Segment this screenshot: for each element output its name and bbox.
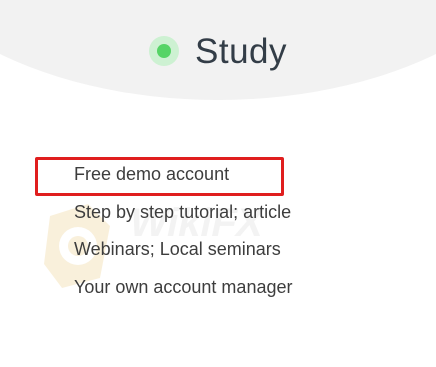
study-card: Study WikiFX Free demo account Step by s… [0,0,436,367]
feature-item-webinars: Webinars; Local seminars [74,239,281,259]
section-title: Study [195,31,287,71]
feature-item-account-manager: Your own account manager [74,276,293,297]
green-dot-icon [149,36,179,66]
feature-item-tutorial: Step by step tutorial; article [74,201,292,222]
highlight-annotation-box [35,157,284,196]
section-header: Study [0,26,436,76]
